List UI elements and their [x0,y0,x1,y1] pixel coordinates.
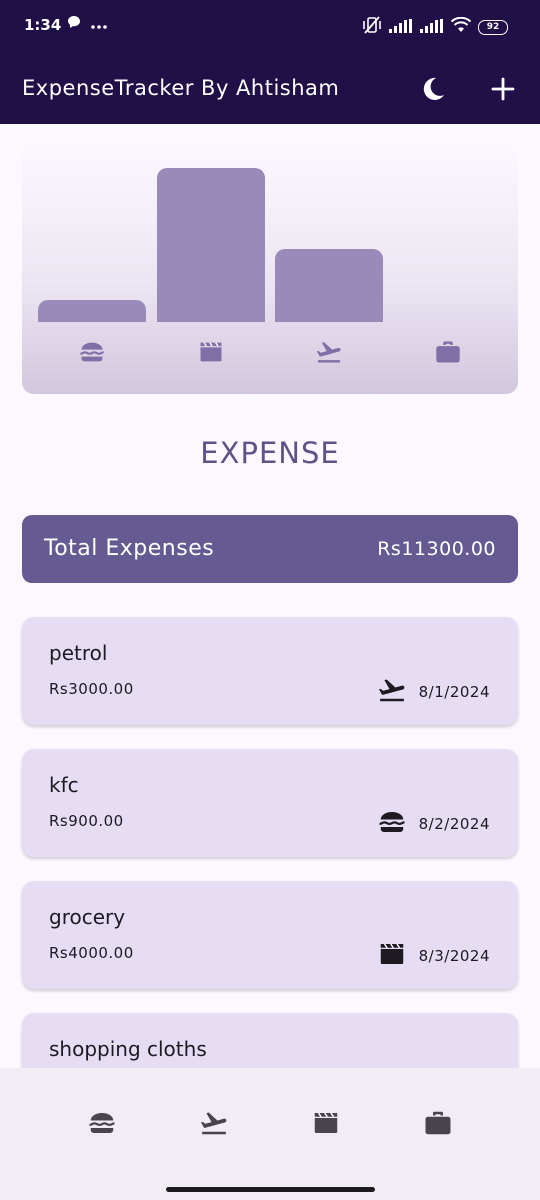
status-time: 1:34 [24,16,62,34]
expense-date: 8/1/2024 [418,683,490,701]
expense-date: 8/2/2024 [418,815,490,833]
chat-bubble-icon [66,14,82,34]
app-bar: ExpenseTracker By Ahtisham [0,54,540,124]
briefcase-icon [434,338,462,366]
expense-title: petrol [49,641,108,665]
movie-clapper-icon [197,338,225,366]
burger-icon [377,807,407,841]
expense-amount: Rs3000.00 [49,680,134,698]
nav-flight-takeoff-icon[interactable] [197,1106,231,1140]
add-plus-icon[interactable] [486,72,520,106]
expense-title: grocery [49,905,126,929]
chart-category-icons [22,338,518,368]
expense-item[interactable]: kfc Rs900.00 8/2/2024 [22,749,518,857]
burger-icon [78,338,106,366]
nav-briefcase-icon[interactable] [421,1106,455,1140]
signal-icon [420,18,444,37]
expense-title: kfc [49,773,79,797]
total-expenses-card: Total Expenses Rs11300.00 [22,515,518,583]
flight-takeoff-icon [315,338,343,366]
section-title: EXPENSE [200,436,340,470]
gesture-area [0,1178,540,1200]
expense-amount: Rs900.00 [49,812,124,830]
wifi-icon [450,16,472,37]
expense-chart [22,142,518,394]
total-expenses-label: Total Expenses [44,536,215,561]
nav-movie-clapper-icon[interactable] [309,1106,343,1140]
movie-clapper-icon [377,939,407,973]
total-expenses-value: Rs11300.00 [377,538,496,560]
expense-title: shopping cloths [49,1037,207,1061]
status-bar: 1:34 92 [0,0,540,54]
chart-bars-area [22,142,518,322]
chart-bar-leisure [156,168,265,322]
app-title: ExpenseTracker By Ahtisham [22,76,340,100]
chart-bar-food [38,300,146,322]
expense-item[interactable]: grocery Rs4000.00 8/3/2024 [22,881,518,989]
expense-amount: Rs4000.00 [49,944,134,962]
battery-icon: 92 [478,19,508,35]
expense-date: 8/3/2024 [418,947,490,965]
bottom-category-nav [0,1068,540,1178]
chart-bar-travel [275,249,383,322]
vibrate-off-icon [362,16,382,38]
more-dots-icon [90,15,108,34]
signal-icon [389,18,413,37]
dark-mode-moon-icon[interactable] [416,72,450,106]
flight-takeoff-icon [377,675,407,709]
nav-burger-icon[interactable] [85,1106,119,1140]
home-gesture-bar[interactable] [166,1187,375,1192]
expense-item[interactable]: petrol Rs3000.00 8/1/2024 [22,617,518,725]
